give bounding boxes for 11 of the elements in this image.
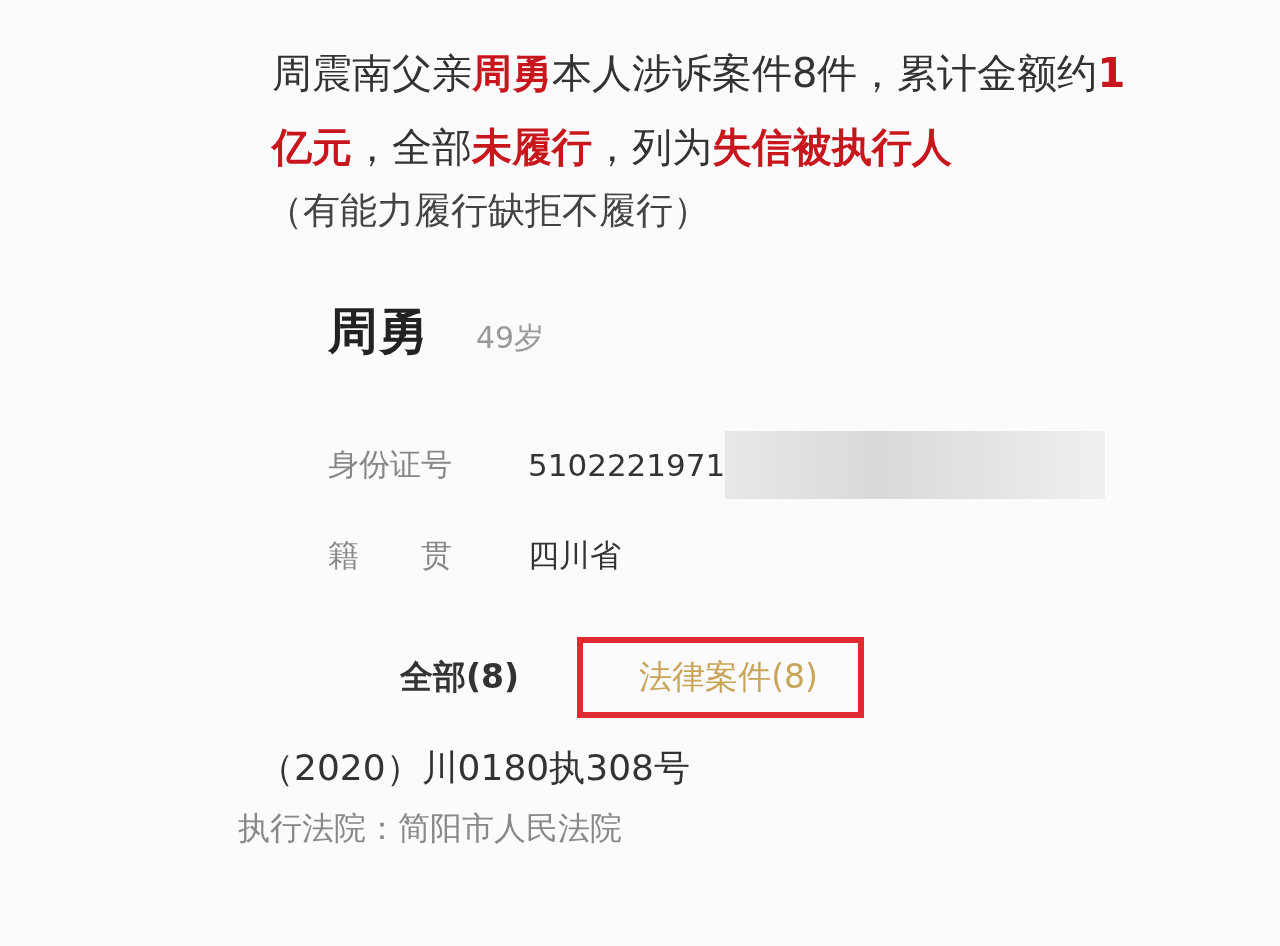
case-number: （2020）川0180执308号 [257, 746, 691, 790]
person-name: 周勇 [328, 301, 428, 362]
field-value: 5102221971 [528, 447, 726, 483]
tab[interactable]: 全部(8) [400, 655, 520, 700]
field-label: 籍 贯 [328, 536, 453, 575]
note-text: （有能力履行缺拒不履行） [266, 188, 710, 234]
summary-text: 周震南父亲周勇本人涉诉案件8件，累计金额约1亿元，全部未履行，列为失信被执行人 [272, 49, 1127, 172]
person-age: 49岁 [476, 319, 545, 357]
field-label: 身份证号 [328, 445, 453, 484]
field-value: 四川省 [528, 536, 621, 575]
court-text: 执行法院：简阳市人民法院 [237, 808, 623, 849]
